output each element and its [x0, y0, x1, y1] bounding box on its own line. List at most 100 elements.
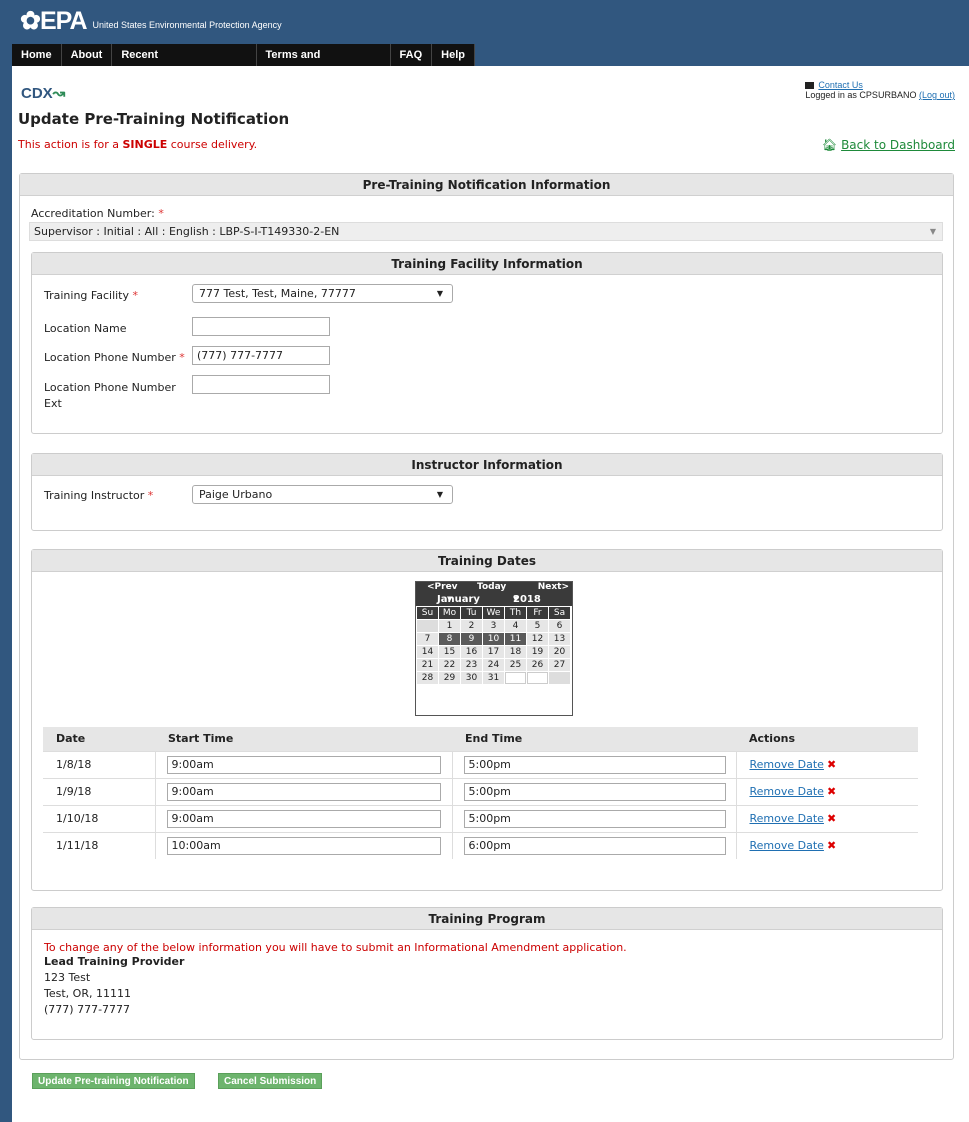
start-time-input[interactable]: 9:00am: [166, 755, 441, 774]
table-row: 1/10/18 9:00am 5:00pm Remove Date ✖: [43, 804, 918, 832]
accreditation-label: Accreditation Number: *: [31, 207, 164, 220]
calendar-day[interactable]: 23: [461, 659, 482, 671]
end-time-input[interactable]: 5:00pm: [463, 809, 726, 828]
start-time-input[interactable]: 9:00am: [166, 782, 441, 801]
logout-link[interactable]: (Log out): [919, 90, 955, 100]
single-course-note: This action is for a SINGLE course deliv…: [18, 138, 258, 151]
location-name-input[interactable]: [192, 317, 330, 336]
calendar-day[interactable]: 12: [527, 633, 548, 645]
calendar-day[interactable]: 8: [439, 633, 460, 645]
header-bar: ✿EPA United States Environmental Protect…: [12, 0, 969, 44]
end-time-input[interactable]: 6:00pm: [463, 836, 726, 855]
calendar-day[interactable]: 28: [417, 672, 438, 684]
close-icon[interactable]: ✖: [827, 812, 836, 825]
nav-faq[interactable]: FAQ: [391, 44, 433, 66]
accreditation-select[interactable]: Supervisor : Initial : All : English : L…: [29, 222, 943, 241]
calendar-today-button[interactable]: Today: [477, 582, 506, 593]
calendar-day[interactable]: 9: [461, 633, 482, 645]
phone-ext-input[interactable]: [192, 375, 330, 394]
col-start-time: Start Time: [155, 727, 452, 751]
panel-heading: Pre-Training Notification Information: [20, 174, 953, 196]
calendar-day[interactable]: 18: [505, 646, 526, 658]
location-name-label: Location Name: [44, 322, 127, 335]
training-dates-heading: Training Dates: [32, 550, 942, 572]
remove-date-link[interactable]: Remove Date: [750, 785, 824, 798]
calendar-day[interactable]: 19: [527, 646, 548, 658]
calendar-prev-button[interactable]: <Prev: [427, 582, 458, 593]
chevron-down-icon: ▼: [929, 227, 936, 236]
nav-home[interactable]: Home: [12, 44, 62, 66]
phone-input[interactable]: (777) 777-7777: [192, 346, 330, 365]
calendar-empty-cell: [527, 672, 548, 684]
calendar-day[interactable]: 21: [417, 659, 438, 671]
calendar-day[interactable]: 20: [549, 646, 570, 658]
calendar-day[interactable]: 26: [527, 659, 548, 671]
provider-name: Lead Training Provider: [44, 955, 185, 968]
close-icon[interactable]: ✖: [827, 785, 836, 798]
facility-panel: Training Facility Information Training F…: [31, 252, 943, 434]
end-time-input[interactable]: 5:00pm: [463, 755, 726, 774]
end-time-input[interactable]: 5:00pm: [463, 782, 726, 801]
phone-ext-label: Location Phone Number Ext: [44, 381, 176, 410]
instructor-panel: Instructor Information Training Instruct…: [31, 453, 943, 531]
calendar-day[interactable]: 27: [549, 659, 570, 671]
cdx-logo: CDX↝: [21, 85, 66, 102]
start-time-input[interactable]: 10:00am: [166, 836, 441, 855]
calendar-day[interactable]: 22: [439, 659, 460, 671]
calendar-day[interactable]: 11: [505, 633, 526, 645]
calendar-day[interactable]: 17: [483, 646, 504, 658]
date-cell: 1/8/18: [43, 750, 155, 778]
remove-date-link[interactable]: Remove Date: [750, 758, 824, 771]
calendar-weekday-label: Fr: [527, 607, 548, 619]
epa-logo-mark: ✿EPA: [20, 7, 88, 35]
chevron-down-icon: ▼: [436, 289, 443, 298]
calendar-day[interactable]: 3: [483, 620, 504, 632]
calendar-day[interactable]: 25: [505, 659, 526, 671]
logged-in-text: Logged in as CPSURBANO: [805, 90, 917, 100]
calendar-day[interactable]: 6: [549, 620, 570, 632]
calendar-day[interactable]: 31: [483, 672, 504, 684]
nav-recent-announcements[interactable]: Recent Announcements: [112, 44, 257, 83]
nav-terms[interactable]: Terms and Conditions: [257, 44, 391, 83]
calendar-day[interactable]: 15: [439, 646, 460, 658]
nav-about[interactable]: About: [62, 44, 113, 66]
epa-logo[interactable]: ✿EPA United States Environmental Protect…: [20, 8, 282, 34]
calendar-day[interactable]: 7: [417, 633, 438, 645]
calendar-day[interactable]: 10: [483, 633, 504, 645]
instructor-select[interactable]: Paige Urbano ▼: [192, 485, 453, 504]
instructor-label: Training Instructor *: [44, 489, 154, 502]
user-box: Contact Us Logged in as CPSURBANO (Log o…: [805, 80, 955, 100]
cancel-submission-button[interactable]: Cancel Submission: [218, 1073, 323, 1089]
start-time-input[interactable]: 9:00am: [166, 809, 441, 828]
provider-address-1: 123 Test: [44, 971, 91, 984]
remove-date-link[interactable]: Remove Date: [750, 839, 824, 852]
close-icon[interactable]: ✖: [827, 839, 836, 852]
update-notification-button[interactable]: Update Pre-training Notification: [32, 1073, 195, 1089]
calendar-day[interactable]: 1: [439, 620, 460, 632]
calendar-day[interactable]: 24: [483, 659, 504, 671]
date-picker-calendar[interactable]: <Prev Today Next> January ▼ 2018 ▼ Su Mo T…: [415, 581, 573, 716]
calendar-day[interactable]: 13: [549, 633, 570, 645]
cdx-swoosh-icon: ↝: [52, 85, 66, 102]
nav-help[interactable]: Help: [432, 44, 475, 66]
calendar-next-button[interactable]: Next>: [538, 582, 569, 593]
table-row: 1/11/18 10:00am 6:00pm Remove Date ✖: [43, 831, 918, 859]
envelope-icon: [805, 82, 815, 90]
calendar-day[interactable]: 14: [417, 646, 438, 658]
facility-select[interactable]: 777 Test, Test, Maine, 77777 ▼: [192, 284, 453, 303]
home-icon: 🏠︎: [821, 138, 838, 152]
main-nav: Home About Recent Announcements Terms an…: [12, 44, 969, 83]
calendar-day[interactable]: 5: [527, 620, 548, 632]
close-icon[interactable]: ✖: [827, 758, 836, 771]
calendar-day[interactable]: 4: [505, 620, 526, 632]
calendar-day[interactable]: 16: [461, 646, 482, 658]
calendar-day[interactable]: 30: [461, 672, 482, 684]
calendar-day[interactable]: 29: [439, 672, 460, 684]
calendar-day[interactable]: 2: [461, 620, 482, 632]
remove-date-link[interactable]: Remove Date: [750, 812, 824, 825]
table-row: 1/9/18 9:00am 5:00pm Remove Date ✖: [43, 777, 918, 805]
program-body: To change any of the below information y…: [44, 941, 627, 1018]
col-actions: Actions: [736, 727, 918, 751]
contact-us-link[interactable]: Contact Us: [818, 80, 863, 90]
back-to-dashboard-link[interactable]: 🏠︎ Back to Dashboard: [822, 138, 955, 152]
